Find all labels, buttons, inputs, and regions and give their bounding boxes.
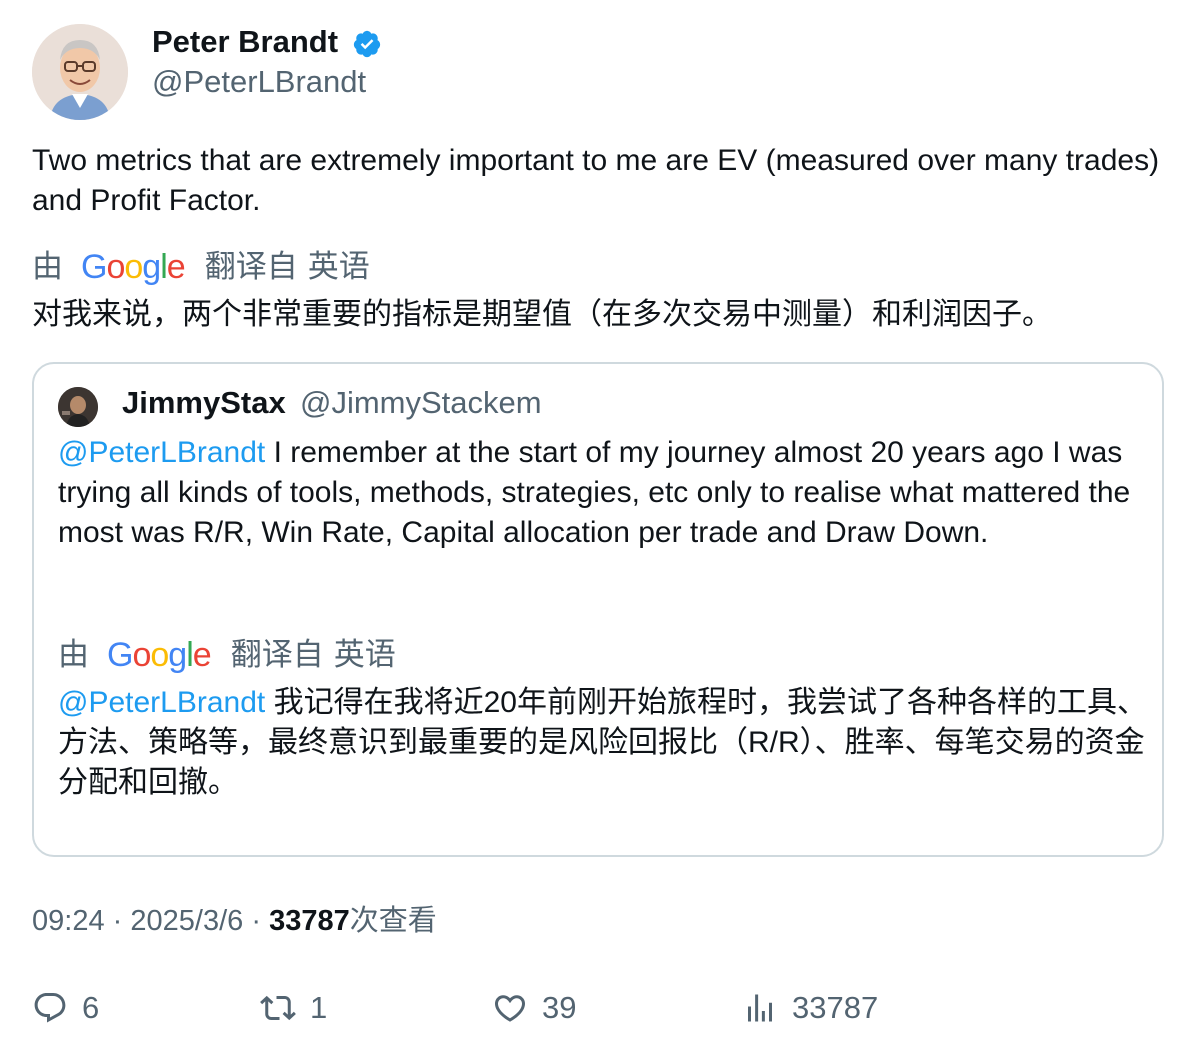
- google-logo[interactable]: Google: [81, 247, 186, 287]
- like-icon: [494, 995, 526, 1022]
- quoted-author-name[interactable]: JimmyStax: [122, 383, 286, 423]
- views-button[interactable]: 33787: [742, 988, 878, 1028]
- source-language: 英语: [307, 249, 370, 284]
- meta-separator: ·: [112, 905, 123, 937]
- translated-by-label: 由: [58, 637, 89, 672]
- author-avatar[interactable]: [32, 24, 128, 120]
- quoted-author-avatar[interactable]: [58, 387, 98, 427]
- meta-separator: ·: [251, 905, 261, 937]
- quoted-author-handle[interactable]: @JimmyStackem: [300, 383, 542, 423]
- reply-count: 6: [82, 990, 100, 1025]
- translated-from-label: 翻译自: [204, 249, 298, 284]
- tweet-meta: 09:24 · 2025/3/6 · 33787次查看: [32, 901, 437, 941]
- translated-from-label: 翻译自: [230, 637, 324, 672]
- tweet-date[interactable]: 2025/3/6: [130, 905, 243, 937]
- source-language: 英语: [333, 637, 396, 672]
- quoted-avatar-illustration: [58, 387, 98, 427]
- retweet-icon: [260, 995, 296, 1021]
- avatar-illustration: [32, 24, 128, 120]
- mention-link[interactable]: @PeterLBrandt: [58, 686, 265, 719]
- tweet-translated-text: 对我来说，两个非常重要的指标是期望值（在多次交易中测量）和利润因子。: [32, 298, 1052, 331]
- tweet-text: Two metrics that are extremely important…: [32, 144, 1160, 217]
- views-icon: [748, 994, 772, 1022]
- google-logo[interactable]: Google: [107, 635, 212, 675]
- author-name[interactable]: Peter Brandt: [152, 22, 338, 62]
- quoted-translation-attribution: 由 Google 翻译自 英语: [58, 635, 396, 675]
- retweet-count: 1: [310, 990, 328, 1025]
- reply-icon: [34, 993, 66, 1023]
- translation-attribution: 由 Google 翻译自 英语: [32, 247, 370, 287]
- view-count-label: 次查看: [349, 905, 437, 937]
- mention-link[interactable]: @PeterLBrandt: [58, 436, 265, 469]
- author-handle[interactable]: @PeterLBrandt: [152, 62, 366, 102]
- like-count: 39: [542, 990, 577, 1025]
- like-button[interactable]: 39: [492, 988, 576, 1028]
- tweet-time[interactable]: 09:24: [32, 905, 105, 937]
- reply-button[interactable]: 6: [32, 988, 99, 1028]
- quoted-tweet-text: @PeterLBrandt I remember at the start of…: [58, 433, 1148, 553]
- views-count: 33787: [792, 990, 879, 1025]
- retweet-button[interactable]: 1: [260, 988, 327, 1028]
- translated-by-label: 由: [32, 249, 63, 284]
- quoted-translated-text: @PeterLBrandt 我记得在我将近20年前刚开始旅程时，我尝试了各种各样…: [58, 683, 1148, 803]
- verified-badge-icon: [353, 30, 381, 58]
- view-count: 33787: [269, 905, 350, 937]
